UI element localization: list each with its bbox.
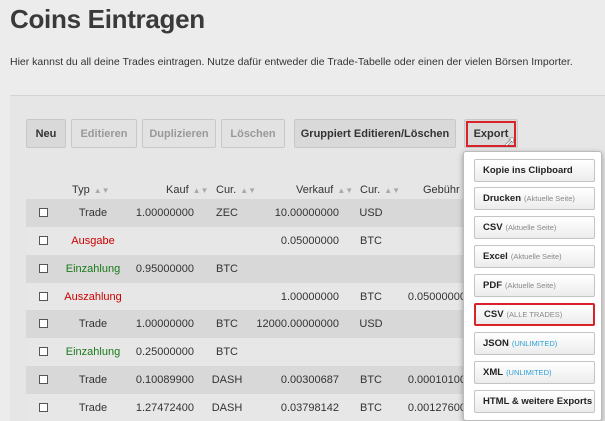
sort-icon: ▲▼ (240, 186, 257, 195)
export-menu-item[interactable]: PDF (Aktuelle Seite) (474, 274, 595, 297)
export-menu-item[interactable]: HTML & weitere Exports (474, 390, 595, 413)
cell-verkauf: 10.00000000 (274, 207, 339, 219)
cell-kauf-cur: DASH (211, 402, 243, 414)
cell-typ: Auszahlung (64, 291, 122, 303)
cell-gebuehr: 0.05000000 (407, 291, 466, 303)
cell-kauf: 0.95000000 (135, 263, 194, 275)
table-row[interactable]: Trade 1.27472400 DASH 0.03798142 BTC 0.001276… (26, 394, 466, 421)
export-menu-item-label: Excel (483, 251, 508, 262)
export-menu-item-note: (Aktuelle Seite) (505, 223, 557, 232)
table-row[interactable]: Ausgabe 0.05000000 BTC (26, 227, 466, 255)
cell-kauf-cur: BTC (216, 318, 238, 330)
cell-typ: Einzahlung (65, 346, 121, 358)
cell-gebuehr: 0.00010100 (407, 374, 466, 386)
export-menu-item[interactable]: CSV (ALLE TRADES) (474, 303, 595, 326)
row-checkbox[interactable] (39, 375, 48, 384)
table-row[interactable]: Auszahlung 1.00000000 BTC 0.05000000 (26, 283, 466, 311)
header-kauf-cur[interactable]: Cur. ▲▼ (216, 184, 256, 196)
page-title: Coins Eintragen (10, 4, 205, 34)
export-menu-item[interactable]: JSON (UNLIMITED) (474, 332, 595, 355)
edit-button[interactable]: Editieren (71, 119, 137, 148)
mouse-cursor-icon: ➚ (504, 133, 516, 149)
header-verkauf[interactable]: Verkauf ▲▼ (296, 184, 353, 196)
cell-verkauf: 0.03798142 (280, 402, 339, 414)
cell-kauf-cur: ZEC (216, 207, 238, 219)
export-menu-item-label: Kopie ins Clipboard (483, 165, 573, 176)
export-menu-item-label: JSON (483, 338, 509, 349)
cell-typ: Trade (78, 207, 108, 219)
export-menu-item-label: XML (483, 367, 504, 378)
export-menu-item-note: (ALLE TRADES) (506, 310, 563, 319)
cell-verkauf-cur: USD (359, 207, 383, 219)
cell-kauf-cur: DASH (211, 374, 243, 386)
page-subtitle: Hier kannst du all deine Trades eintrage… (10, 56, 573, 68)
table-row[interactable]: Trade 1.00000000 ZEC 10.00000000 USD (26, 199, 466, 227)
cell-typ: Trade (78, 374, 108, 386)
cell-kauf-cur: BTC (216, 346, 238, 358)
export-menu-item[interactable]: Drucken (Aktuelle Seite) (474, 187, 595, 210)
row-checkbox[interactable] (39, 236, 48, 245)
delete-button[interactable]: Löschen (221, 119, 285, 148)
export-dropdown-menu: Kopie ins Clipboard Drucken (Aktuelle Seit… (463, 151, 602, 421)
header-typ[interactable]: Typ ▲▼ (72, 184, 110, 196)
header-kauf[interactable]: Kauf ▲▼ (166, 184, 208, 196)
row-checkbox[interactable] (39, 208, 48, 217)
cell-kauf: 0.10089900 (135, 374, 194, 386)
export-menu-item-label: Drucken (483, 193, 522, 204)
export-menu-item[interactable]: XML (UNLIMITED) (474, 361, 595, 384)
duplicate-button[interactable]: Duplizieren (142, 119, 216, 148)
cell-kauf: 1.00000000 (135, 318, 194, 330)
sort-icon: ▲▼ (192, 186, 209, 195)
row-checkbox[interactable] (39, 292, 48, 301)
export-menu-item-label: HTML & weitere Exports (483, 396, 593, 407)
export-menu-item[interactable]: Excel (Aktuelle Seite) (474, 245, 595, 268)
export-menu-item-note: (Aktuelle Seite) (510, 252, 562, 261)
group-edit-delete-button[interactable]: Gruppiert Editieren/Löschen (294, 119, 456, 148)
cell-kauf: 0.25000000 (135, 346, 194, 358)
row-checkbox[interactable] (39, 403, 48, 412)
table-row[interactable]: Trade 0.10089900 DASH 0.00300687 BTC 0.000101… (26, 366, 466, 394)
row-checkbox[interactable] (39, 264, 48, 273)
export-menu-item-label: CSV (483, 222, 503, 233)
cell-verkauf-cur: BTC (360, 374, 382, 386)
export-menu-item-label: CSV (484, 309, 504, 320)
export-menu-item-note: (UNLIMITED) (506, 368, 552, 377)
cell-typ: Einzahlung (65, 263, 121, 275)
table-row[interactable]: Einzahlung 0.25000000 BTC (26, 338, 466, 366)
cell-typ: Trade (78, 402, 108, 414)
row-checkbox[interactable] (39, 319, 48, 328)
cell-kauf: 1.27472400 (135, 402, 194, 414)
table-row[interactable]: Einzahlung 0.95000000 BTC (26, 255, 466, 283)
table-row[interactable]: Trade 1.00000000 BTC 12000.00000000 USD (26, 310, 466, 338)
new-button[interactable]: Neu (26, 119, 66, 148)
cell-verkauf: 12000.00000000 (256, 318, 339, 330)
export-menu-item[interactable]: CSV (Aktuelle Seite) (474, 216, 595, 239)
row-checkbox[interactable] (39, 347, 48, 356)
cell-typ: Trade (78, 318, 108, 330)
cell-verkauf: 1.00000000 (280, 291, 339, 303)
sort-icon: ▲▼ (93, 186, 110, 195)
cell-kauf-cur: BTC (216, 263, 238, 275)
sort-icon: ▲▼ (337, 186, 354, 195)
export-menu-item-label: PDF (483, 280, 502, 291)
header-verkauf-cur[interactable]: Cur. ▲▼ (360, 184, 400, 196)
export-menu-item-note: (Aktuelle Seite) (505, 281, 556, 290)
export-menu-item-note: (Aktuelle Seite) (524, 194, 575, 203)
cell-verkauf-cur: BTC (360, 291, 382, 303)
sort-icon: ▲▼ (384, 186, 401, 195)
cell-kauf: 1.00000000 (135, 207, 194, 219)
export-menu-item[interactable]: Kopie ins Clipboard (474, 159, 595, 182)
cell-verkauf: 0.00300687 (280, 374, 339, 386)
cell-verkauf-cur: USD (359, 318, 383, 330)
cell-verkauf-cur: BTC (360, 235, 382, 247)
cell-gebuehr: 0.00127600 (407, 402, 466, 414)
export-menu-item-note: (UNLIMITED) (511, 339, 558, 348)
cell-verkauf: 0.05000000 (280, 235, 339, 247)
cell-verkauf-cur: BTC (360, 402, 382, 414)
cell-typ: Ausgabe (71, 235, 115, 247)
